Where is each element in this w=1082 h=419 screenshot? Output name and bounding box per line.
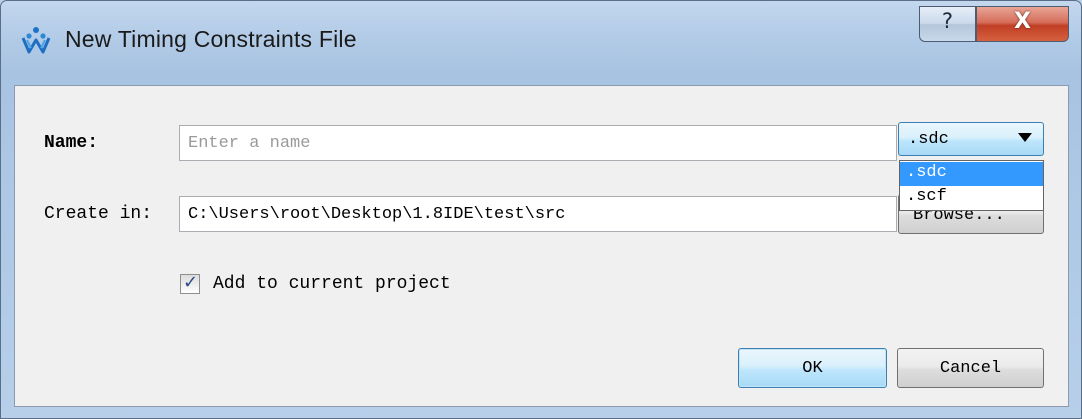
dialog-window: New Timing Constraints File ? X Name: En… xyxy=(0,0,1082,419)
name-label: Name: xyxy=(44,133,99,153)
name-placeholder: Enter a name xyxy=(188,134,311,153)
cancel-label: Cancel xyxy=(939,359,1002,378)
help-icon: ? xyxy=(941,9,954,33)
close-icon: X xyxy=(1014,9,1031,34)
ok-button[interactable]: OK xyxy=(738,348,887,388)
checkmark-icon: ✓ xyxy=(183,272,199,293)
extension-dropdown-list: .sdc .scf xyxy=(899,160,1044,211)
title-bar[interactable]: New Timing Constraints File ? X xyxy=(1,1,1081,79)
create-in-value: C:\Users\root\Desktop\1.8IDE\test\src xyxy=(188,205,566,224)
close-button[interactable]: X xyxy=(976,6,1069,42)
dropdown-option-scf[interactable]: .scf xyxy=(900,186,1043,210)
dialog-body: Name: Enter a name .sdc Create in: C:\Us… xyxy=(14,85,1069,407)
dropdown-option-sdc[interactable]: .sdc xyxy=(900,162,1043,186)
ok-label: OK xyxy=(802,359,823,378)
add-to-project-checkbox[interactable]: ✓ xyxy=(180,272,200,294)
extension-select[interactable]: .sdc xyxy=(898,122,1044,156)
create-in-label: Create in: xyxy=(44,204,153,224)
help-button[interactable]: ? xyxy=(919,6,976,42)
create-in-input[interactable]: C:\Users\root\Desktop\1.8IDE\test\src xyxy=(179,196,897,232)
extension-selected-value: .sdc xyxy=(908,130,949,149)
chevron-down-icon xyxy=(1018,133,1032,142)
window-title: New Timing Constraints File xyxy=(65,26,357,52)
gowin-logo-icon xyxy=(21,27,51,54)
cancel-button[interactable]: Cancel xyxy=(897,348,1044,388)
add-to-project-label[interactable]: Add to current project xyxy=(213,274,451,294)
name-input[interactable]: Enter a name xyxy=(179,125,897,161)
